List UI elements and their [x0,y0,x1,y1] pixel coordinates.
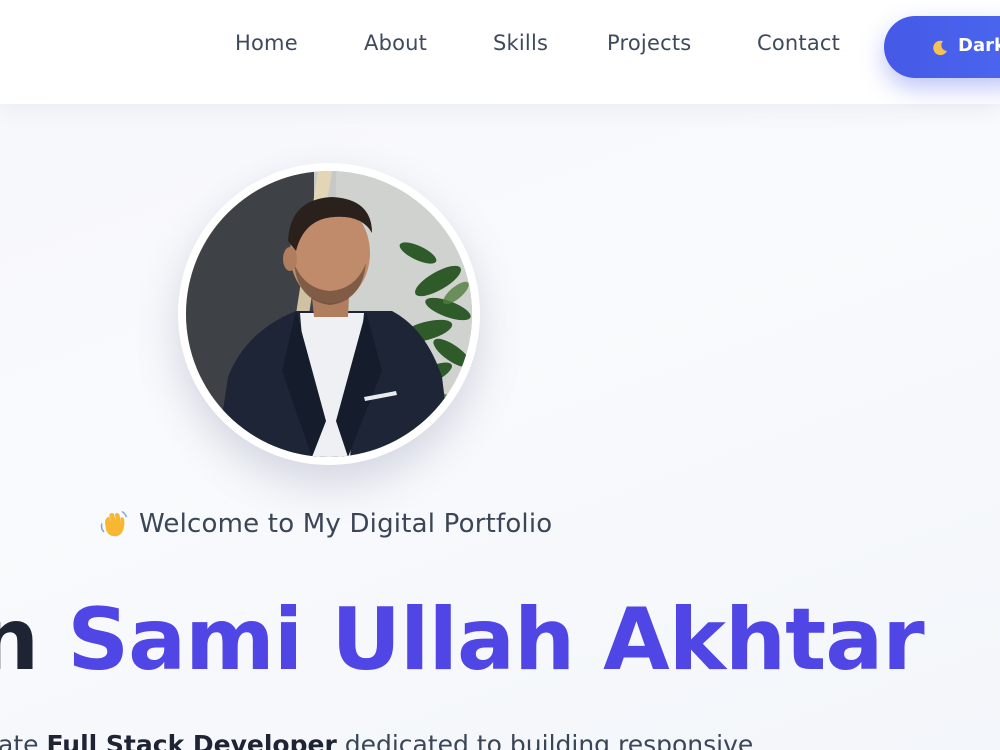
profile-photo [186,171,472,457]
profile-avatar-frame [178,163,480,465]
hero-name: Sami Ullah Akhtar [67,590,925,690]
crescent-moon-icon [933,40,948,56]
hero-subtitle-prefix: ate [0,730,47,750]
hero-subtitle-suffix: dedicated to building responsive [336,730,754,750]
hero-title: n Sami Ullah Akhtar [0,590,925,690]
profile-avatar [186,171,472,457]
nav-link-about[interactable]: About [364,31,427,55]
dark-mode-label: Dark [958,35,1000,56]
dark-mode-toggle-button[interactable]: Dark [884,16,1000,78]
top-navbar: Home About Skills Projects Contact Dark [0,0,1000,104]
hero-subtitle: ate Full Stack Developer dedicated to bu… [0,728,753,750]
welcome-text: Welcome to My Digital Portfolio [139,509,553,539]
hero-subtitle-role: Full Stack Developer [46,730,337,750]
nav-link-contact[interactable]: Contact [757,31,840,55]
waving-hand-icon [100,511,127,537]
hero-title-prefix: n [0,590,39,690]
nav-link-skills[interactable]: Skills [493,31,548,55]
nav-link-projects[interactable]: Projects [607,31,691,55]
nav-link-home[interactable]: Home [235,31,298,55]
